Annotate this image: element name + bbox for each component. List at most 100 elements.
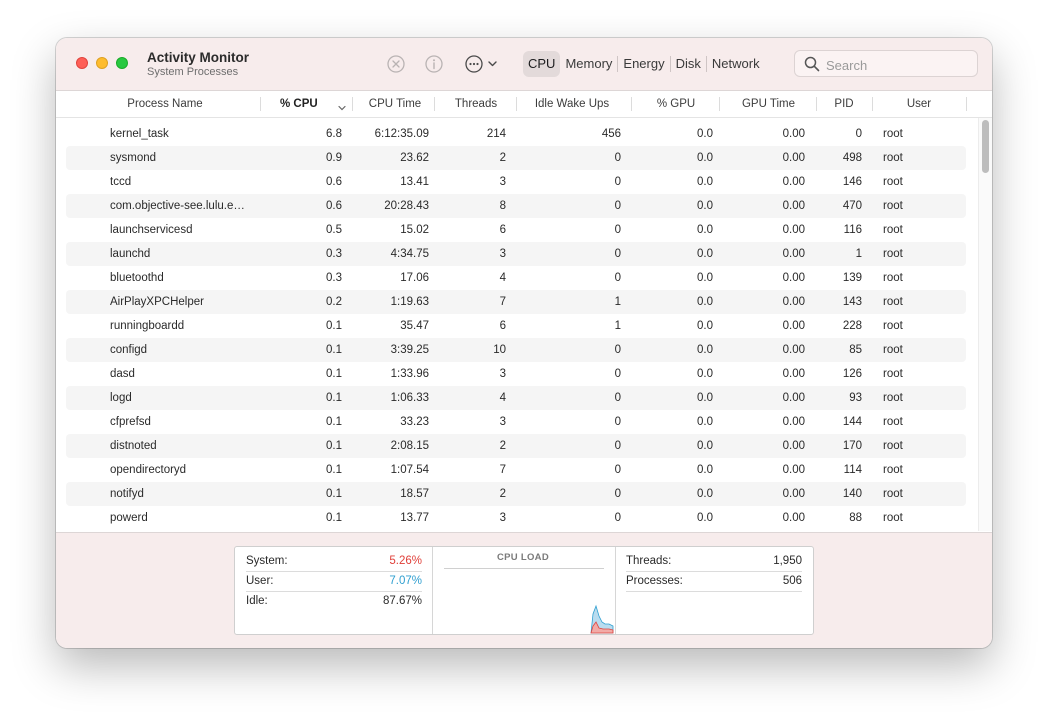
cpu-summary-panel: System: 5.26% User: 7.07% Idle: 87.67% C… [56, 532, 992, 648]
tab-energy[interactable]: Energy [618, 51, 669, 77]
gpu-time-cell: 0.00 [782, 416, 805, 428]
idle-wake-ups-cell: 0 [614, 392, 621, 404]
pid-cell: 146 [842, 176, 862, 188]
threads-cell: 2 [499, 152, 506, 164]
stat-system-label: System: [246, 555, 288, 567]
cpu-cell: 0.1 [326, 488, 342, 500]
column-divider [719, 97, 720, 111]
gpu-time-cell: 0.00 [782, 488, 805, 500]
column-divider [872, 97, 873, 111]
column-cpu-time[interactable]: CPU Time [356, 91, 434, 117]
column-idle-wake-ups[interactable]: Idle Wake Ups [518, 91, 626, 117]
table-row[interactable]: cfprefsd 0.1 33.23 3 0 0.0 0.00 144 root [66, 410, 966, 434]
idle-wake-ups-cell: 0 [614, 152, 621, 164]
user-cell: root [883, 344, 903, 356]
table-row[interactable]: dasd 0.1 1:33.96 3 0 0.0 0.00 126 root [66, 362, 966, 386]
user-cell: root [883, 224, 903, 236]
user-cell: root [883, 488, 903, 500]
table-row[interactable]: com.objective-see.lulu.e… 0.6 20:28.43 8 0 0.… [66, 194, 966, 218]
column-pid[interactable]: PID [818, 91, 870, 117]
pid-cell: 470 [842, 200, 862, 212]
pid-cell: 85 [849, 344, 862, 356]
cpu-time-cell: 35.47 [400, 320, 429, 332]
column-gpu[interactable]: % GPU [634, 91, 718, 117]
scrollbar-thumb[interactable] [982, 120, 989, 173]
table-row[interactable]: configd 0.1 3:39.25 10 0 0.0 0.00 85 root [66, 338, 966, 362]
threads-cell: 6 [499, 320, 506, 332]
stat-system: System: 5.26% [246, 551, 422, 571]
gpu-cell: 0.0 [697, 224, 713, 236]
scrollbar-track[interactable] [978, 118, 992, 531]
stat-threads: Threads: 1,950 [626, 551, 802, 571]
column-gpu-time[interactable]: GPU Time [721, 91, 816, 117]
stat-threads-label: Threads: [626, 555, 672, 567]
more-actions-icon[interactable] [464, 54, 500, 74]
table-row[interactable]: bluetoothd 0.3 17.06 4 0 0.0 0.00 139 root [66, 266, 966, 290]
close-window-button[interactable] [76, 57, 88, 69]
table-row[interactable]: distnoted 0.1 2:08.15 2 0 0.0 0.00 170 root [66, 434, 966, 458]
search-input[interactable] [824, 54, 973, 76]
gpu-cell: 0.0 [697, 296, 713, 308]
gpu-time-cell: 0.00 [782, 272, 805, 284]
column-divider [260, 97, 261, 111]
cpu-cell: 0.5 [326, 224, 342, 236]
tab-cpu[interactable]: CPU [523, 51, 561, 77]
column-process-name[interactable]: Process Name [100, 91, 230, 117]
search-field[interactable] [794, 50, 978, 77]
cpu-cell: 0.1 [326, 464, 342, 476]
stat-user-value: 7.07% [389, 575, 422, 587]
gpu-time-cell: 0.00 [782, 440, 805, 452]
table-row[interactable]: powerd 0.1 13.77 3 0 0.0 0.00 88 root [66, 506, 966, 530]
gpu-cell: 0.0 [697, 128, 713, 140]
user-cell: root [883, 512, 903, 524]
table-row[interactable]: opendirectoryd 0.1 1:07.54 7 0 0.0 0.00 114 root [66, 458, 966, 482]
gpu-time-cell: 0.00 [782, 200, 805, 212]
gpu-cell: 0.0 [697, 464, 713, 476]
minimize-window-button[interactable] [96, 57, 108, 69]
zoom-window-button[interactable] [116, 57, 128, 69]
stop-process-icon[interactable] [386, 54, 406, 74]
threads-cell: 3 [499, 368, 506, 380]
column-cpu[interactable]: % CPU [280, 91, 340, 117]
threads-cell: 3 [499, 512, 506, 524]
stat-user-label: User: [246, 575, 274, 587]
table-row[interactable]: tccd 0.6 13.41 3 0 0.0 0.00 146 root [66, 170, 966, 194]
table-row[interactable]: runningboardd 0.1 35.47 6 1 0.0 0.00 228 root [66, 314, 966, 338]
cpu-time-cell: 6:12:35.09 [374, 128, 429, 140]
tab-disk[interactable]: Disk [671, 51, 706, 77]
tab-memory[interactable]: Memory [560, 51, 617, 77]
tab-network[interactable]: Network [707, 51, 765, 77]
table-row[interactable]: launchd 0.3 4:34.75 3 0 0.0 0.00 1 root [66, 242, 966, 266]
process-name-cell: opendirectoryd [110, 464, 187, 476]
stat-user: User: 7.07% [246, 571, 422, 591]
table-row[interactable]: notifyd 0.1 18.57 2 0 0.0 0.00 140 root [66, 482, 966, 506]
cpu-cell: 0.1 [326, 512, 342, 524]
cpu-time-cell: 33.23 [400, 416, 429, 428]
table-row[interactable]: logd 0.1 1:06.33 4 0 0.0 0.00 93 root [66, 386, 966, 410]
threads-cell: 2 [499, 440, 506, 452]
table-row[interactable]: launchservicesd 0.5 15.02 6 0 0.0 0.00 116 root [66, 218, 966, 242]
cpu-cell: 0.1 [326, 344, 342, 356]
gpu-cell: 0.0 [697, 512, 713, 524]
pid-cell: 228 [842, 320, 862, 332]
user-cell: root [883, 176, 903, 188]
table-row[interactable]: sysmond 0.9 23.62 2 0 0.0 0.00 498 root [66, 146, 966, 170]
cpu-time-cell: 13.41 [400, 176, 429, 188]
stat-system-value: 5.26% [389, 555, 422, 567]
gpu-time-cell: 0.00 [782, 368, 805, 380]
table-row[interactable]: AirPlayXPCHelper 0.2 1:19.63 7 1 0.0 0.00 143 ro… [66, 290, 966, 314]
column-divider [816, 97, 817, 111]
column-threads[interactable]: Threads [436, 91, 516, 117]
cpu-cell: 0.9 [326, 152, 342, 164]
cpu-time-cell: 13.77 [400, 512, 429, 524]
column-user[interactable]: User [874, 91, 964, 117]
threads-cell: 10 [493, 344, 506, 356]
table-row[interactable]: kernel_task 6.8 6:12:35.09 214 456 0.0 0.00 0 ro… [66, 122, 966, 146]
gpu-cell: 0.0 [697, 176, 713, 188]
gpu-cell: 0.0 [697, 440, 713, 452]
info-icon[interactable] [424, 54, 444, 74]
idle-wake-ups-cell: 456 [601, 128, 621, 140]
stat-threads-value: 1,950 [773, 555, 802, 567]
pid-cell: 88 [849, 512, 862, 524]
search-icon [804, 56, 820, 77]
